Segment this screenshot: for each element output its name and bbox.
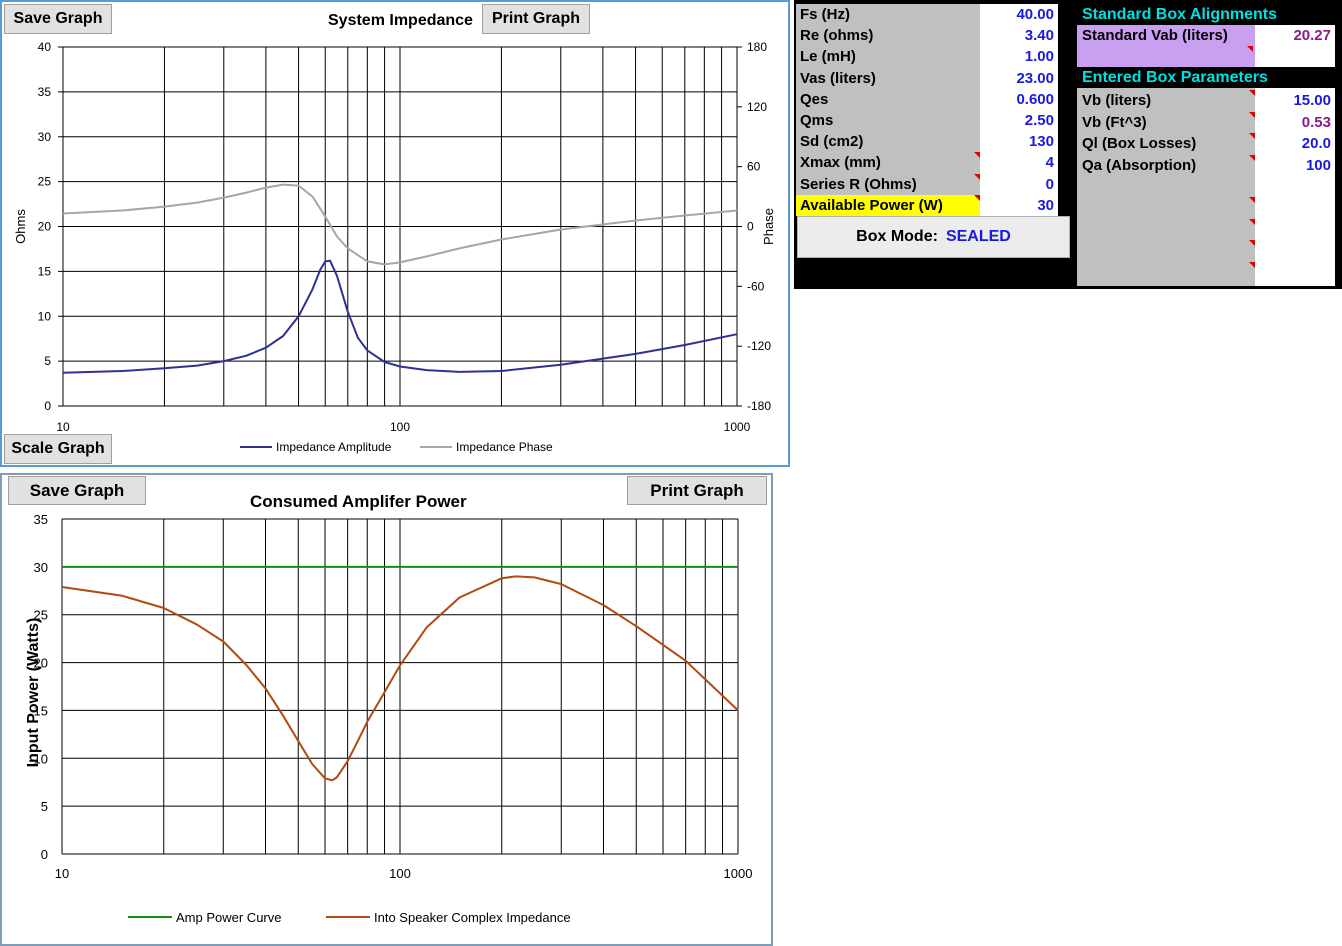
y2-tick-label: 0 — [747, 220, 754, 234]
box-parameter-label: Vb (liters) — [1082, 92, 1152, 109]
power-chart: 0510152025303510 100 1000Input Power (Watt… — [25, 512, 753, 925]
y2-tick-label: 180 — [747, 40, 767, 54]
y-tick-label: 5 — [41, 799, 48, 814]
parameter-label: Le (mH) — [800, 48, 856, 66]
parameter-row[interactable]: Re (ohms) 3.40 — [796, 25, 1058, 46]
parameter-value[interactable]: 30 — [1037, 195, 1054, 216]
legend-label: Into Speaker Complex Impedance — [374, 910, 571, 925]
comment-marker-icon — [1249, 197, 1255, 203]
parameter-row[interactable]: Available Power (W) 30 — [796, 194, 1058, 216]
comment-marker-icon — [974, 173, 980, 180]
standard-vab-value: 20.27 — [1293, 27, 1331, 44]
y-tick-label: 30 — [34, 560, 48, 575]
box-mode-value: SEALED — [945, 228, 1011, 245]
standard-vab-label: Standard Vab (liters) — [1082, 27, 1228, 44]
x-tick-label: 1000 — [724, 866, 753, 881]
parameter-label: Vas (liters) — [800, 69, 876, 87]
comment-marker-icon — [974, 152, 980, 159]
parameter-value[interactable]: 3.40 — [1025, 25, 1054, 46]
comment-marker-icon — [1249, 133, 1255, 139]
legend-label: Impedance Phase — [456, 440, 553, 454]
y-tick-label: 35 — [38, 85, 52, 99]
legend-label: Amp Power Curve — [176, 910, 281, 925]
box-parameter-label: Ql (Box Losses) — [1082, 135, 1197, 152]
y-axis-label: Input Power (Watts) — [25, 618, 42, 768]
parameter-label: Available Power (W) — [800, 196, 943, 214]
y-tick-label: 0 — [41, 847, 48, 862]
parameter-label: Qes — [800, 90, 829, 108]
box-parameter-row[interactable]: Vb (liters) 15.00 — [1077, 90, 1335, 111]
y2-axis-label: Phase — [761, 208, 776, 245]
parameter-value[interactable]: 4 — [1046, 152, 1054, 173]
parameter-value[interactable]: 23.00 — [1016, 68, 1054, 89]
x-tick-label: 10 — [56, 420, 70, 434]
parameter-value[interactable]: 0 — [1046, 174, 1054, 195]
comment-marker-icon — [1249, 262, 1255, 268]
x-tick-label: 100 — [389, 866, 411, 881]
comment-marker-icon — [1247, 46, 1253, 52]
y-tick-label: 30 — [38, 130, 52, 144]
comment-marker-icon — [1249, 90, 1255, 96]
parameter-label: Xmax (mm) — [800, 154, 881, 172]
box-mode-button[interactable]: Box Mode: SEALED — [797, 216, 1070, 258]
impedance-chart: 0 5 10 15 20 25 30 35 40 -180 -120 -60 0 60 120 180 10 10… — [13, 40, 776, 454]
comment-marker-icon — [1249, 154, 1255, 161]
y-tick-label: 20 — [38, 220, 52, 234]
box-parameter-value[interactable]: 15.00 — [1293, 90, 1331, 111]
y-tick-label: 35 — [34, 512, 48, 527]
box-parameter-value[interactable]: 100 — [1306, 155, 1331, 176]
parameter-label: Re (ohms) — [800, 27, 874, 45]
standard-vab-value-cell: 20.27 — [1255, 25, 1335, 67]
y-tick-label: 15 — [38, 264, 52, 278]
parameter-row[interactable]: Series R (Ohms) 0 — [796, 173, 1058, 195]
y-axis-label: Ohms — [13, 209, 28, 244]
parameter-row[interactable]: Vas (liters) 23.00 — [796, 68, 1058, 89]
y2-tick-label: 120 — [747, 100, 767, 114]
x-tick-label: 10 — [55, 866, 69, 881]
parameter-label: Sd (cm2) — [800, 133, 864, 151]
y-tick-label: 5 — [44, 354, 51, 368]
x-tick-label: 1000 — [724, 420, 751, 434]
parameter-row[interactable]: Fs (Hz) 40.00 — [796, 4, 1058, 25]
y2-tick-label: 60 — [747, 160, 761, 174]
entered-box-parameters-heading: Entered Box Parameters — [1082, 69, 1268, 86]
comment-marker-icon — [1249, 219, 1255, 225]
box-parameter-value[interactable]: 20.0 — [1302, 133, 1331, 154]
y-tick-label: 25 — [38, 175, 52, 189]
standard-alignments-heading: Standard Box Alignments — [1082, 6, 1277, 23]
y-tick-label: 40 — [38, 40, 52, 54]
parameter-value[interactable]: 0.600 — [1016, 89, 1054, 110]
parameter-value[interactable]: 2.50 — [1025, 110, 1054, 131]
parameter-row[interactable]: Xmax (mm) 4 — [796, 152, 1058, 173]
box-parameter-row[interactable]: Qa (Absorption) 100 — [1077, 154, 1335, 176]
comment-marker-icon — [974, 194, 980, 201]
box-parameter-value[interactable]: 0.53 — [1302, 112, 1331, 133]
y-tick-label: 0 — [44, 399, 51, 413]
box-mode-label: Box Mode: — [856, 228, 938, 245]
box-parameter-label: Vb (Ft^3) — [1082, 113, 1147, 131]
y2-tick-label: -120 — [747, 339, 771, 353]
box-parameter-row[interactable]: Ql (Box Losses) 20.0 — [1077, 133, 1335, 154]
parameter-value[interactable]: 1.00 — [1025, 46, 1054, 67]
comment-marker-icon — [1249, 111, 1255, 118]
parameter-row[interactable]: Qes 0.600 — [796, 89, 1058, 110]
parameter-value[interactable]: 40.00 — [1016, 4, 1054, 25]
box-parameter-row[interactable]: Vb (Ft^3) 0.53 — [1077, 111, 1335, 133]
parameter-label: Fs (Hz) — [800, 6, 850, 23]
parameter-row[interactable]: Le (mH) 1.00 — [796, 46, 1058, 67]
parameter-row[interactable]: Sd (cm2) 130 — [796, 131, 1058, 152]
legend-label: Impedance Amplitude — [276, 440, 392, 454]
y-tick-label: 10 — [38, 309, 52, 323]
parameter-value[interactable]: 130 — [1029, 131, 1054, 152]
standard-vab-label-cell: Standard Vab (liters) — [1077, 25, 1255, 67]
parameter-label: Qms — [800, 112, 834, 129]
parameter-row[interactable]: Qms 2.50 — [796, 110, 1058, 131]
y2-tick-label: -180 — [747, 399, 771, 413]
x-tick-label: 100 — [390, 420, 410, 434]
comment-marker-icon — [1249, 240, 1255, 246]
y2-tick-label: -60 — [747, 279, 765, 293]
box-parameter-label: Qa (Absorption) — [1082, 156, 1197, 174]
parameter-label: Series R (Ohms) — [800, 175, 917, 193]
